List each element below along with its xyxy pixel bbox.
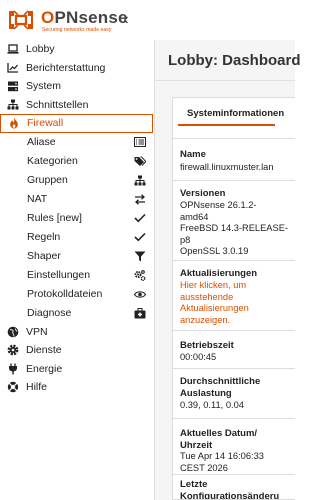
laptop-icon: [7, 43, 19, 55]
list-icon: [134, 136, 146, 148]
sidebar-subitem-diagnose[interactable]: Diagnose: [0, 304, 154, 323]
sidebar-item-energie[interactable]: Energie: [0, 360, 154, 379]
eye-icon: [134, 288, 146, 300]
server-icon: [7, 80, 19, 92]
sidebar: Lobby Berichterstattung System Schnittst…: [0, 40, 155, 500]
sidebar-item-firewall[interactable]: Firewall: [0, 114, 153, 133]
sidebar-item-berichterstattung[interactable]: Berichterstattung: [0, 59, 154, 78]
info-row-load-average: Durchschnittliche Auslastung 0.39, 0.11,…: [173, 368, 295, 418]
header: OPNsense Securing networks made easy ‹: [0, 0, 155, 40]
widget-header: Systeminformationen: [173, 98, 295, 128]
sidebar-subitem-nat[interactable]: NAT: [0, 190, 154, 209]
sitemap-icon: [134, 174, 146, 186]
check-icon: [134, 212, 146, 224]
fire-icon: [8, 117, 20, 129]
info-row-last-config-change: Letzte Konfigurationsänderu: [173, 474, 295, 499]
chevron-left-icon[interactable]: ‹: [119, 10, 133, 30]
cogs-icon: [134, 269, 146, 281]
exchange-icon: [134, 193, 146, 205]
page-title: Lobby: Dashboard: [168, 52, 301, 69]
lifebuoy-icon: [7, 381, 19, 393]
globe-icon: [7, 326, 19, 338]
title-divider: [155, 80, 295, 81]
sidebar-item-schnittstellen[interactable]: Schnittstellen: [0, 96, 154, 115]
check-icon: [134, 231, 146, 243]
tags-icon: [134, 155, 146, 167]
system-information-widget: Systeminformationen Name firewall.linuxm…: [172, 97, 295, 500]
info-row-datetime: Aktuelles Datum/ Uhrzeit Tue Apr 14 16:0…: [173, 418, 295, 474]
sitemap-icon: [7, 99, 19, 111]
medkit-icon: [134, 307, 146, 319]
sidebar-subitem-protokolldateien[interactable]: Protokolldateien: [0, 285, 154, 304]
gear-icon: [7, 344, 19, 356]
plug-icon: [7, 363, 19, 375]
brand-tagline: Securing networks made easy: [42, 27, 112, 33]
sidebar-subitem-gruppen[interactable]: Gruppen: [0, 171, 154, 190]
filter-icon: [134, 250, 146, 262]
info-row-versions: Versionen OPNsense 26.1.2- amd64 FreeBSD…: [173, 180, 295, 260]
sidebar-subitem-regeln[interactable]: Regeln: [0, 228, 154, 247]
chart-icon: [7, 62, 19, 74]
sidebar-item-hilfe[interactable]: Hilfe: [0, 378, 154, 397]
widget-title: Systeminformationen: [187, 108, 285, 119]
widget-title-underline: [178, 124, 275, 126]
opnsense-logo-icon[interactable]: [6, 7, 36, 33]
info-row-updates: Aktualisierungen Hier klicken, um ausste…: [173, 260, 295, 330]
sidebar-subitem-einstellungen[interactable]: Einstellungen: [0, 266, 154, 285]
sidebar-item-vpn[interactable]: VPN: [0, 323, 154, 342]
sidebar-item-system[interactable]: System: [0, 77, 154, 96]
sidebar-subitem-rules-new[interactable]: Rules [new]: [0, 209, 154, 228]
sidebar-item-dienste[interactable]: Dienste: [0, 341, 154, 360]
info-row-uptime: Betriebszeit 00:00:45: [173, 330, 295, 368]
brand-name: OPNsense: [41, 8, 128, 27]
sidebar-subitem-kategorien[interactable]: Kategorien: [0, 152, 154, 171]
sidebar-subitem-aliase[interactable]: Aliase: [0, 133, 154, 152]
sidebar-subitem-shaper[interactable]: Shaper: [0, 247, 154, 266]
sidebar-item-lobby[interactable]: Lobby: [0, 40, 154, 59]
info-row-name: Name firewall.linuxmuster.lan: [173, 138, 295, 180]
check-updates-link[interactable]: Hier klicken, um ausstehende Aktualisier…: [180, 280, 249, 326]
